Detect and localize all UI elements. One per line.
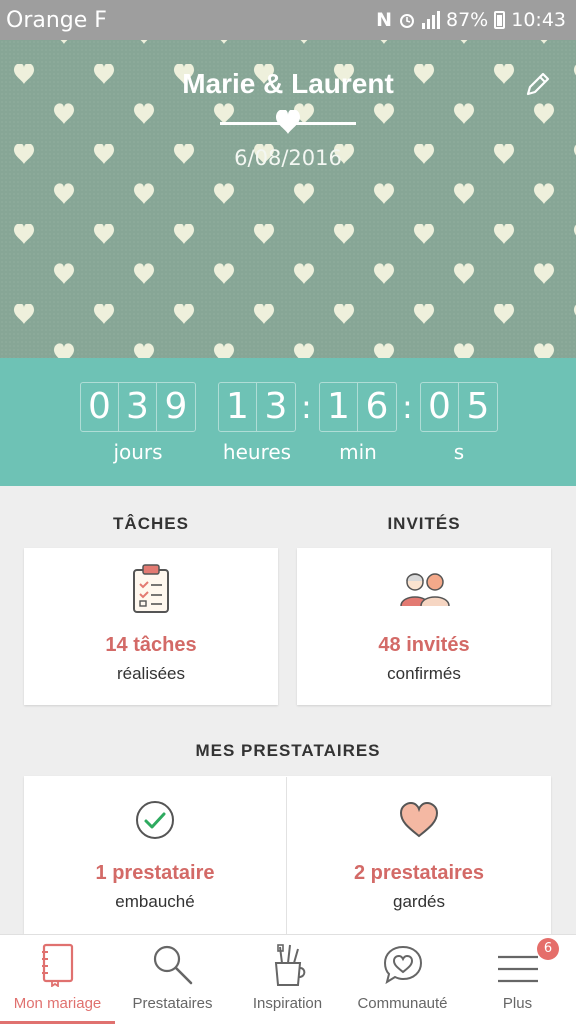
- nav-plus[interactable]: 6 Plus: [460, 935, 575, 1024]
- days-label: jours: [113, 440, 163, 464]
- check-circle-icon: [136, 801, 174, 839]
- status-bar: Orange F N 87% 10:43: [0, 0, 576, 40]
- nav-label: Prestataires: [132, 995, 213, 1012]
- bottom-nav: Mon mariage Prestataires Inspiration Com…: [0, 934, 576, 1024]
- signal-icon: [422, 11, 440, 29]
- hours-digit: 1: [219, 383, 257, 431]
- days-digit: 0: [81, 383, 119, 431]
- tasks-count: 14 tâches: [105, 634, 197, 656]
- guests-title: INVITÉS: [387, 514, 461, 533]
- time-separator: :: [301, 388, 312, 426]
- nav-label: Plus: [502, 995, 533, 1012]
- carrier-label: Orange F: [6, 7, 107, 33]
- days-counter: 0 3 9: [80, 382, 196, 432]
- seconds-digit: 5: [466, 386, 490, 427]
- nav-communaute[interactable]: Communauté: [345, 935, 460, 1024]
- heart-chat-icon: [383, 945, 422, 985]
- days-digit: 3: [119, 383, 157, 431]
- guests-icon: [400, 573, 450, 607]
- minutes-counter: 1 6: [319, 382, 397, 432]
- status-icons: N 87% 10:43: [376, 9, 566, 31]
- nav-inspiration[interactable]: Inspiration: [230, 935, 345, 1024]
- vendors-title: MES PRESTATAIRES: [195, 741, 381, 760]
- guests-status: confirmés: [387, 664, 461, 683]
- hours-counter: 1 3: [218, 382, 296, 432]
- notification-badge: 6: [537, 938, 559, 960]
- nav-label: Mon mariage: [13, 995, 102, 1012]
- minutes-digit: 1: [320, 383, 358, 431]
- clipboard-icon: [133, 564, 169, 613]
- seconds-digit: 0: [421, 383, 459, 431]
- days-digit: 9: [164, 386, 188, 427]
- pencil-icon[interactable]: [524, 70, 552, 98]
- search-icon: [153, 945, 192, 985]
- nav-mon-mariage[interactable]: Mon mariage: [0, 935, 115, 1024]
- notebook-icon: [41, 943, 73, 987]
- time-separator: :: [402, 388, 413, 426]
- heart-icon: [399, 802, 439, 838]
- tasks-title: TÂCHES: [113, 514, 189, 533]
- header-banner: Marie & Laurent 6/08/2016: [0, 40, 576, 358]
- heart-icon: [276, 110, 300, 134]
- nav-label: Communauté: [357, 995, 448, 1012]
- minutes-digit: 6: [365, 386, 389, 427]
- saved-count: 2 prestataires: [353, 862, 485, 884]
- nav-prestataires[interactable]: Prestataires: [115, 935, 230, 1024]
- nfc-icon: N: [376, 9, 392, 31]
- couple-names: Marie & Laurent: [182, 68, 394, 99]
- hired-status: embauché: [115, 892, 195, 911]
- saved-vendors[interactable]: 2 prestataires gardés: [287, 776, 551, 934]
- tasks-status: réalisées: [116, 664, 186, 683]
- tasks-card[interactable]: 14 tâches réalisées: [24, 548, 278, 705]
- hired-vendors[interactable]: 1 prestataire embauché: [24, 776, 286, 934]
- wedding-date: 6/08/2016: [234, 146, 342, 170]
- nav-label: Inspiration: [252, 995, 323, 1012]
- alarm-icon: [400, 14, 414, 28]
- seconds-counter: 0 5: [420, 382, 498, 432]
- minutes-label: min: [339, 440, 377, 464]
- countdown-panel: 0 3 9 1 3 : 1 6 : 0 5 jours heures min s: [0, 358, 576, 486]
- brushes-cup-icon: [274, 944, 305, 986]
- menu-icon: [497, 955, 538, 983]
- saved-status: gardés: [393, 892, 445, 911]
- clock: 10:43: [511, 9, 566, 31]
- guests-count: 48 invités: [378, 634, 470, 656]
- hours-label: heures: [222, 440, 292, 464]
- hours-digit: 3: [264, 386, 288, 427]
- seconds-label: s: [453, 440, 465, 464]
- battery-icon: [494, 11, 506, 29]
- hired-count: 1 prestataire: [95, 862, 215, 884]
- guests-card[interactable]: 48 invités confirmés: [297, 548, 551, 705]
- battery-percent: 87%: [446, 9, 489, 31]
